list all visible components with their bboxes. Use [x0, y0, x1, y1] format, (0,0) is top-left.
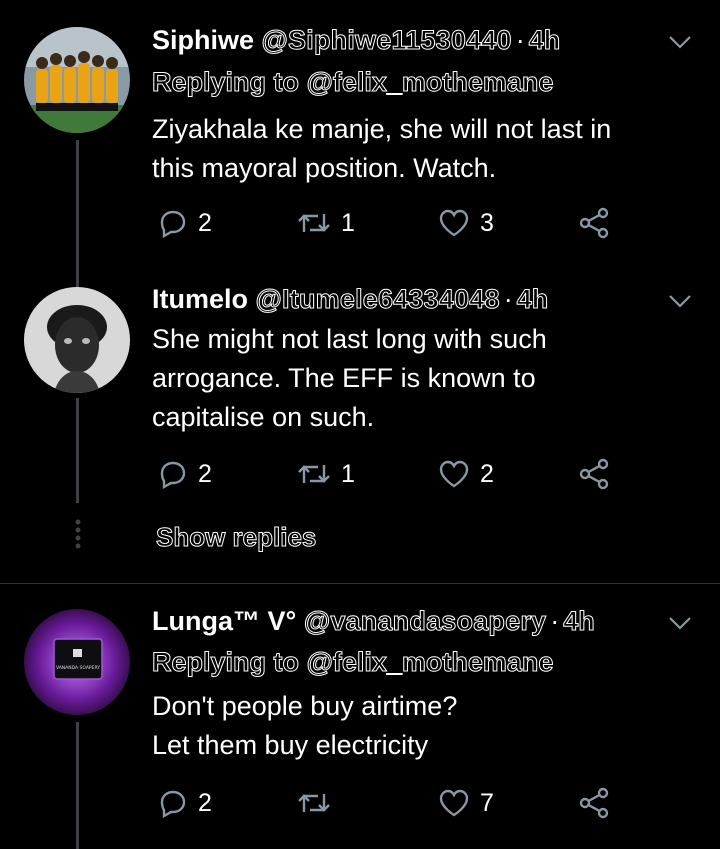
more-replies-dots-icon	[75, 519, 81, 549]
user-handle[interactable]: @vanandasoapery	[303, 606, 546, 637]
like-count: 3	[480, 208, 494, 237]
share-button[interactable]	[578, 456, 610, 492]
action-bar: 2 1 3	[152, 205, 622, 241]
heart-icon	[439, 460, 469, 488]
retweet-count: 1	[341, 459, 355, 488]
action-bar: 2 7	[152, 785, 622, 821]
share-button[interactable]	[578, 785, 610, 821]
timestamp[interactable]: 4h	[516, 284, 549, 315]
like-button[interactable]: 2	[438, 456, 494, 492]
reply-button[interactable]: 2	[158, 785, 212, 821]
reply-icon	[160, 210, 186, 238]
tweet-text-line: She might not last long with such	[152, 324, 547, 354]
reply-icon	[160, 790, 186, 818]
user-handle[interactable]: @Siphiwe11530440	[261, 25, 512, 56]
retweet-button[interactable]: 1	[297, 456, 355, 492]
separator-dot: ·	[503, 284, 513, 314]
team-photo-avatar-image	[24, 27, 130, 133]
tweet-text-line: capitalise on such.	[152, 402, 375, 432]
tweet-lunga[interactable]: VANANDA SOAPERY Lunga™ V° @vanandasoaper…	[0, 584, 720, 849]
user-handle[interactable]: @Itumele64334048	[255, 284, 500, 315]
thread-line	[76, 722, 79, 849]
display-name[interactable]: Lunga™ V°	[152, 606, 296, 636]
reply-count: 2	[198, 208, 212, 237]
share-icon	[579, 207, 609, 239]
replying-to[interactable]: Replying to @felix_mothemane	[151, 66, 553, 98]
retweet-button[interactable]: 1	[297, 205, 355, 241]
avatar[interactable]	[24, 287, 130, 393]
product-avatar-image: VANANDA SOAPERY	[24, 609, 130, 715]
separator-dot: ·	[515, 25, 525, 55]
display-name[interactable]: Siphiwe	[152, 25, 254, 55]
like-count: 7	[480, 788, 494, 817]
show-replies-link[interactable]: Show replies	[155, 522, 316, 553]
tweet-siphiwe[interactable]: Siphiwe @Siphiwe11530440 · 4h Replying to …	[0, 0, 720, 290]
portrait-avatar-image	[24, 287, 130, 393]
chevron-down-icon[interactable]	[668, 615, 692, 631]
chevron-down-icon[interactable]	[668, 293, 692, 309]
replying-to[interactable]: Replying to @felix_mothemane	[151, 646, 553, 678]
retweet-icon	[298, 465, 330, 483]
action-bar: 2 1 2	[152, 456, 622, 492]
timestamp[interactable]: 4h	[563, 606, 596, 637]
tweet-header: Lunga™ V° @vanandasoapery · 4h	[152, 605, 595, 637]
tweet-text-line: arrogance. The EFF is known to	[152, 363, 536, 393]
heart-icon	[439, 209, 469, 237]
tweet-header: Itumelo @Itumele64334048 · 4h	[152, 283, 549, 315]
reply-icon	[160, 461, 186, 489]
avatar[interactable]	[24, 27, 130, 133]
tweet-text: Ziyakhala ke manje, she will not last in…	[152, 110, 672, 188]
avatar[interactable]: VANANDA SOAPERY	[24, 609, 130, 715]
like-count: 2	[480, 459, 494, 488]
separator-dot: ·	[550, 606, 560, 636]
display-name[interactable]: Itumelo	[152, 284, 248, 314]
chevron-down-icon[interactable]	[668, 34, 692, 50]
reply-count: 2	[198, 788, 212, 817]
reply-count: 2	[198, 459, 212, 488]
tweet-text: Don't people buy airtime? Let them buy e…	[152, 687, 672, 765]
share-icon	[579, 458, 609, 490]
tweet-text: She might not last long with such arroga…	[152, 320, 672, 437]
timestamp[interactable]: 4h	[528, 25, 561, 56]
tweet-text-line: this mayoral position. Watch.	[152, 153, 497, 183]
tweet-itumelo[interactable]: Itumelo @Itumele64334048 · 4h She might no…	[0, 270, 720, 582]
reply-button[interactable]: 2	[158, 205, 212, 241]
retweet-icon	[298, 214, 330, 232]
tweet-text-line: Ziyakhala ke manje, she will not last in	[152, 114, 612, 144]
heart-icon	[439, 789, 469, 817]
reply-button[interactable]: 2	[158, 456, 212, 492]
like-button[interactable]: 7	[438, 785, 494, 821]
share-icon	[579, 787, 609, 819]
like-button[interactable]: 3	[438, 205, 494, 241]
thread-line	[76, 398, 79, 503]
thread-line	[76, 140, 79, 290]
avatar-logo-text: VANANDA SOAPERY	[56, 665, 100, 671]
tweet-text-line: Don't people buy airtime?	[152, 691, 458, 721]
tweet-text-line: Let them buy electricity	[152, 730, 429, 760]
share-button[interactable]	[578, 205, 610, 241]
tweet-header: Siphiwe @Siphiwe11530440 · 4h	[152, 24, 561, 56]
retweet-icon	[298, 794, 330, 812]
retweet-count: 1	[341, 208, 355, 237]
retweet-button[interactable]	[297, 785, 341, 821]
